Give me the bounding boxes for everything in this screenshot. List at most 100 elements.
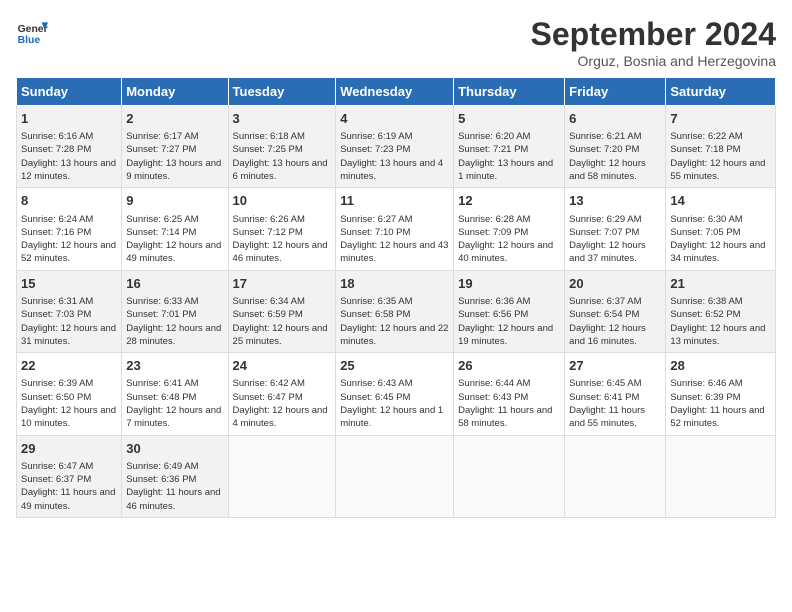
day-header-wednesday: Wednesday: [336, 78, 454, 106]
day-number: 26: [458, 357, 560, 375]
day-number: 7: [670, 110, 771, 128]
day-number: 23: [126, 357, 223, 375]
cell-info: Sunrise: 6:35 AMSunset: 6:58 PMDaylight:…: [340, 295, 449, 348]
calendar-cell: 30Sunrise: 6:49 AMSunset: 6:36 PMDayligh…: [122, 435, 228, 517]
calendar-cell: 14 Sunrise: 6:30 AMSunset: 7:05 PMDayligh…: [666, 188, 776, 270]
day-number: 12: [458, 192, 560, 210]
calendar-cell: 22 Sunrise: 6:39 AMSunset: 6:50 PMDayligh…: [17, 353, 122, 435]
calendar-cell: 17 Sunrise: 6:34 AMSunset: 6:59 PMDayligh…: [228, 270, 336, 352]
cell-info: Sunrise: 6:21 AMSunset: 7:20 PMDaylight:…: [569, 130, 661, 183]
day-number: 3: [233, 110, 332, 128]
day-number: 16: [126, 275, 223, 293]
cell-info: Sunrise: 6:30 AMSunset: 7:05 PMDaylight:…: [670, 213, 771, 266]
day-header-sunday: Sunday: [17, 78, 122, 106]
day-number: 28: [670, 357, 771, 375]
calendar-cell: 20 Sunrise: 6:37 AMSunset: 6:54 PMDayligh…: [565, 270, 666, 352]
cell-info: Sunrise: 6:28 AMSunset: 7:09 PMDaylight:…: [458, 213, 560, 266]
day-number: 6: [569, 110, 661, 128]
cell-info: Sunrise: 6:43 AMSunset: 6:45 PMDaylight:…: [340, 377, 449, 430]
cell-info: Sunrise: 6:24 AMSunset: 7:16 PMDaylight:…: [21, 213, 117, 266]
svg-text:Blue: Blue: [18, 35, 41, 46]
calendar-cell: 7 Sunrise: 6:22 AMSunset: 7:18 PMDaylight…: [666, 106, 776, 188]
cell-info: Sunrise: 6:44 AMSunset: 6:43 PMDaylight:…: [458, 377, 560, 430]
cell-info: Sunrise: 6:42 AMSunset: 6:47 PMDaylight:…: [233, 377, 332, 430]
day-number: 22: [21, 357, 117, 375]
calendar-cell: [336, 435, 454, 517]
calendar-cell: 15Sunrise: 6:31 AMSunset: 7:03 PMDayligh…: [17, 270, 122, 352]
day-number: 11: [340, 192, 449, 210]
calendar-cell: 10 Sunrise: 6:26 AMSunset: 7:12 PMDayligh…: [228, 188, 336, 270]
calendar-cell: 18 Sunrise: 6:35 AMSunset: 6:58 PMDayligh…: [336, 270, 454, 352]
cell-info: Sunrise: 6:27 AMSunset: 7:10 PMDaylight:…: [340, 213, 449, 266]
day-header-saturday: Saturday: [666, 78, 776, 106]
subtitle: Orguz, Bosnia and Herzegovina: [531, 53, 776, 69]
week-row-1: 1Sunrise: 6:16 AMSunset: 7:28 PMDaylight…: [17, 106, 776, 188]
cell-info: Sunrise: 6:31 AMSunset: 7:03 PMDaylight:…: [21, 295, 117, 348]
cell-info: Sunrise: 6:19 AMSunset: 7:23 PMDaylight:…: [340, 130, 449, 183]
month-title: September 2024: [531, 16, 776, 53]
calendar-cell: 11 Sunrise: 6:27 AMSunset: 7:10 PMDayligh…: [336, 188, 454, 270]
day-number: 20: [569, 275, 661, 293]
calendar-cell: 23 Sunrise: 6:41 AMSunset: 6:48 PMDayligh…: [122, 353, 228, 435]
week-row-5: 29Sunrise: 6:47 AMSunset: 6:37 PMDayligh…: [17, 435, 776, 517]
day-number: 29: [21, 440, 117, 458]
calendar-cell: 9 Sunrise: 6:25 AMSunset: 7:14 PMDaylight…: [122, 188, 228, 270]
calendar-cell: 2Sunrise: 6:17 AMSunset: 7:27 PMDaylight…: [122, 106, 228, 188]
cell-info: Sunrise: 6:22 AMSunset: 7:18 PMDaylight:…: [670, 130, 771, 183]
cell-info: Sunrise: 6:26 AMSunset: 7:12 PMDaylight:…: [233, 213, 332, 266]
calendar-cell: 13Sunrise: 6:29 AMSunset: 7:07 PMDayligh…: [565, 188, 666, 270]
day-number: 13: [569, 192, 661, 210]
calendar-cell: 24Sunrise: 6:42 AMSunset: 6:47 PMDayligh…: [228, 353, 336, 435]
cell-info: Sunrise: 6:46 AMSunset: 6:39 PMDaylight:…: [670, 377, 771, 430]
day-number: 19: [458, 275, 560, 293]
cell-info: Sunrise: 6:34 AMSunset: 6:59 PMDaylight:…: [233, 295, 332, 348]
header: General Blue September 2024 Orguz, Bosni…: [16, 16, 776, 69]
calendar-cell: 5Sunrise: 6:20 AMSunset: 7:21 PMDaylight…: [454, 106, 565, 188]
cell-info: Sunrise: 6:20 AMSunset: 7:21 PMDaylight:…: [458, 130, 560, 183]
day-number: 25: [340, 357, 449, 375]
calendar-cell: [565, 435, 666, 517]
logo: General Blue: [16, 16, 48, 48]
calendar-cell: 1Sunrise: 6:16 AMSunset: 7:28 PMDaylight…: [17, 106, 122, 188]
day-number: 14: [670, 192, 771, 210]
cell-info: Sunrise: 6:18 AMSunset: 7:25 PMDaylight:…: [233, 130, 332, 183]
day-number: 21: [670, 275, 771, 293]
calendar-cell: [228, 435, 336, 517]
cell-info: Sunrise: 6:45 AMSunset: 6:41 PMDaylight:…: [569, 377, 661, 430]
cell-info: Sunrise: 6:38 AMSunset: 6:52 PMDaylight:…: [670, 295, 771, 348]
cell-info: Sunrise: 6:25 AMSunset: 7:14 PMDaylight:…: [126, 213, 223, 266]
day-number: 17: [233, 275, 332, 293]
calendar-cell: 4 Sunrise: 6:19 AMSunset: 7:23 PMDaylight…: [336, 106, 454, 188]
day-header-friday: Friday: [565, 78, 666, 106]
day-number: 10: [233, 192, 332, 210]
cell-info: Sunrise: 6:39 AMSunset: 6:50 PMDaylight:…: [21, 377, 117, 430]
calendar-cell: 12 Sunrise: 6:28 AMSunset: 7:09 PMDayligh…: [454, 188, 565, 270]
cell-info: Sunrise: 6:16 AMSunset: 7:28 PMDaylight:…: [21, 130, 117, 183]
cell-info: Sunrise: 6:49 AMSunset: 6:36 PMDaylight:…: [126, 460, 223, 513]
calendar-cell: 19 Sunrise: 6:36 AMSunset: 6:56 PMDayligh…: [454, 270, 565, 352]
day-header-thursday: Thursday: [454, 78, 565, 106]
logo-icon: General Blue: [16, 16, 48, 48]
day-header-monday: Monday: [122, 78, 228, 106]
day-number: 9: [126, 192, 223, 210]
day-number: 27: [569, 357, 661, 375]
title-section: September 2024 Orguz, Bosnia and Herzego…: [531, 16, 776, 69]
calendar-cell: 26 Sunrise: 6:44 AMSunset: 6:43 PMDayligh…: [454, 353, 565, 435]
week-row-3: 15Sunrise: 6:31 AMSunset: 7:03 PMDayligh…: [17, 270, 776, 352]
cell-info: Sunrise: 6:41 AMSunset: 6:48 PMDaylight:…: [126, 377, 223, 430]
calendar-cell: 16 Sunrise: 6:33 AMSunset: 7:01 PMDayligh…: [122, 270, 228, 352]
day-number: 4: [340, 110, 449, 128]
calendar-cell: 3 Sunrise: 6:18 AMSunset: 7:25 PMDaylight…: [228, 106, 336, 188]
cell-info: Sunrise: 6:33 AMSunset: 7:01 PMDaylight:…: [126, 295, 223, 348]
calendar-cell: 6 Sunrise: 6:21 AMSunset: 7:20 PMDaylight…: [565, 106, 666, 188]
week-row-4: 22 Sunrise: 6:39 AMSunset: 6:50 PMDayligh…: [17, 353, 776, 435]
cell-info: Sunrise: 6:36 AMSunset: 6:56 PMDaylight:…: [458, 295, 560, 348]
calendar-cell: [454, 435, 565, 517]
day-number: 18: [340, 275, 449, 293]
cell-info: Sunrise: 6:37 AMSunset: 6:54 PMDaylight:…: [569, 295, 661, 348]
day-number: 8: [21, 192, 117, 210]
day-header-tuesday: Tuesday: [228, 78, 336, 106]
calendar-cell: 21 Sunrise: 6:38 AMSunset: 6:52 PMDayligh…: [666, 270, 776, 352]
calendar-table: SundayMondayTuesdayWednesdayThursdayFrid…: [16, 77, 776, 518]
cell-info: Sunrise: 6:17 AMSunset: 7:27 PMDaylight:…: [126, 130, 223, 183]
